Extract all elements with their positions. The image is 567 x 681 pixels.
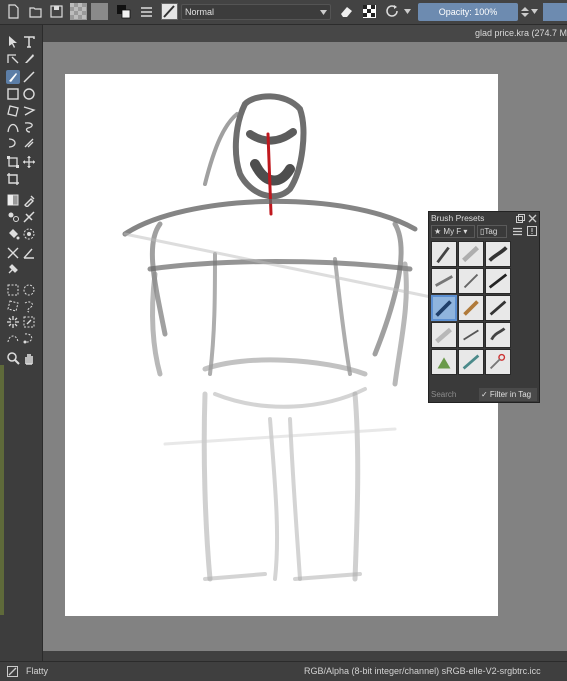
preset-thumbnail[interactable]: [458, 241, 484, 267]
brush-settings-icon[interactable]: [138, 3, 155, 20]
rect-select-icon[interactable]: [6, 283, 20, 297]
preset-thumbnail[interactable]: [485, 295, 511, 321]
polyline-tool-icon[interactable]: [22, 104, 36, 118]
star-icon: ★: [434, 227, 444, 236]
preset-grid: [431, 241, 514, 378]
crop-tool-icon[interactable]: [6, 172, 20, 186]
assistant-tool-icon[interactable]: [6, 246, 20, 260]
enclose-fill-icon[interactable]: [22, 227, 36, 241]
docker-title: Brush Presets: [431, 213, 485, 223]
pan-tool-icon[interactable]: [22, 351, 36, 365]
tag-select-value: My F: [443, 227, 462, 236]
colorize-mask-icon[interactable]: [6, 210, 20, 224]
filter-in-tag-checkbox[interactable]: ✓ Filter in Tag: [479, 388, 537, 401]
docker-edge: [0, 365, 4, 615]
preset-thumbnail[interactable]: [485, 322, 511, 348]
similar-select-icon[interactable]: [22, 315, 36, 329]
multibrush-icon[interactable]: [22, 136, 36, 150]
reload-icon[interactable]: [384, 3, 401, 20]
top-toolbar: Normal Opacity: 100%: [0, 0, 567, 25]
fill-tool-icon[interactable]: [6, 227, 20, 241]
horizontal-scrollbar[interactable]: [43, 651, 567, 661]
move-tool-icon[interactable]: [22, 155, 36, 169]
docker-bottom-bar: Search ✓ Filter in Tag: [429, 388, 539, 402]
float-docker-icon[interactable]: [516, 214, 525, 223]
preset-thumbnail[interactable]: [431, 241, 457, 267]
zoom-tool-icon[interactable]: [6, 351, 20, 365]
ellipse-select-icon[interactable]: [22, 283, 36, 297]
chevron-down-icon: ▾: [463, 227, 468, 236]
preset-thumbnail[interactable]: [458, 268, 484, 294]
transform-tool-icon[interactable]: [6, 155, 20, 169]
blend-mode-select[interactable]: Normal: [181, 4, 331, 20]
tag-button[interactable]: ▯Tag: [477, 225, 507, 238]
spin-arrows-icon[interactable]: [521, 6, 529, 18]
freehand-path-icon[interactable]: [22, 120, 36, 134]
brush-preview-icon[interactable]: [7, 666, 18, 677]
chevron-down-icon[interactable]: [404, 9, 411, 14]
text-tool-icon[interactable]: [22, 35, 36, 49]
document-tab[interactable]: glad price.kra (274.7 M: [475, 28, 567, 38]
tag-row: ★ My F ▾ ▯Tag: [431, 225, 537, 239]
current-brush-name: Flatty: [26, 666, 49, 676]
document-tab-bar: glad price.kra (274.7 M: [43, 25, 567, 42]
preset-thumbnail[interactable]: [485, 349, 511, 375]
close-icon[interactable]: [528, 214, 537, 223]
chevron-down-icon: [320, 10, 327, 15]
edit-shapes-icon[interactable]: [6, 51, 20, 65]
list-view-icon[interactable]: [513, 227, 522, 236]
dynamic-brush-icon[interactable]: [6, 136, 20, 150]
swap-colors-icon[interactable]: [115, 3, 132, 20]
freehand-brush-icon[interactable]: [6, 70, 20, 84]
reference-images-icon[interactable]: [6, 262, 20, 276]
preset-thumbnail-selected[interactable]: [431, 295, 457, 321]
rectangle-tool-icon[interactable]: [6, 87, 20, 101]
preset-thumbnail[interactable]: [431, 349, 457, 375]
chevron-down-icon[interactable]: [531, 9, 538, 14]
gradient-tool-icon[interactable]: [6, 193, 20, 207]
bezier-select-icon[interactable]: [6, 331, 20, 345]
smart-patch-icon[interactable]: [22, 210, 36, 224]
preset-thumbnail[interactable]: [458, 349, 484, 375]
open-document-icon[interactable]: [27, 3, 44, 20]
magnetic-select-icon[interactable]: [22, 331, 36, 345]
docker-menu-icon[interactable]: [527, 226, 537, 236]
save-icon[interactable]: [48, 3, 65, 20]
line-tool-icon[interactable]: [22, 70, 36, 84]
opacity-slider[interactable]: Opacity: 100%: [418, 3, 518, 21]
gradient-swatch-icon[interactable]: [70, 3, 87, 20]
preset-thumbnail[interactable]: [431, 322, 457, 348]
color-picker-icon[interactable]: [22, 193, 36, 207]
blend-mode-value: Normal: [185, 7, 215, 17]
preset-thumbnail[interactable]: [485, 241, 511, 267]
bezier-tool-icon[interactable]: [6, 120, 20, 134]
toolbox: [0, 25, 43, 663]
brush-preset-icon[interactable]: [161, 3, 178, 20]
tag-select[interactable]: ★ My F ▾: [431, 225, 475, 238]
polygon-tool-icon[interactable]: [6, 104, 20, 118]
preset-thumbnail[interactable]: [458, 295, 484, 321]
measure-tool-icon[interactable]: [22, 246, 36, 260]
polygon-select-icon[interactable]: [6, 299, 20, 313]
pattern-swatch-icon[interactable]: [91, 3, 108, 20]
ellipse-tool-icon[interactable]: [22, 87, 36, 101]
alpha-lock-icon[interactable]: [361, 3, 378, 20]
select-shapes-icon[interactable]: [6, 35, 20, 49]
flow-slider[interactable]: [543, 3, 567, 21]
freehand-select-icon[interactable]: [22, 299, 36, 313]
color-space-info: RGB/Alpha (8-bit integer/channel) sRGB-e…: [304, 666, 541, 676]
brush-presets-docker: Brush Presets ★ My F ▾ ▯Tag Search ✓ Fil…: [428, 211, 540, 403]
contiguous-select-icon[interactable]: [6, 315, 20, 329]
status-bar: Flatty RGB/Alpha (8-bit integer/channel)…: [0, 661, 567, 681]
preset-thumbnail[interactable]: [458, 322, 484, 348]
preset-thumbnail[interactable]: [431, 268, 457, 294]
tag-button-label: Tag: [484, 227, 498, 236]
preset-search-input[interactable]: Search: [431, 388, 475, 401]
new-document-icon[interactable]: [5, 3, 22, 20]
calligraphy-icon[interactable]: [22, 51, 36, 65]
eraser-icon[interactable]: [338, 3, 355, 20]
preset-thumbnail[interactable]: [485, 268, 511, 294]
